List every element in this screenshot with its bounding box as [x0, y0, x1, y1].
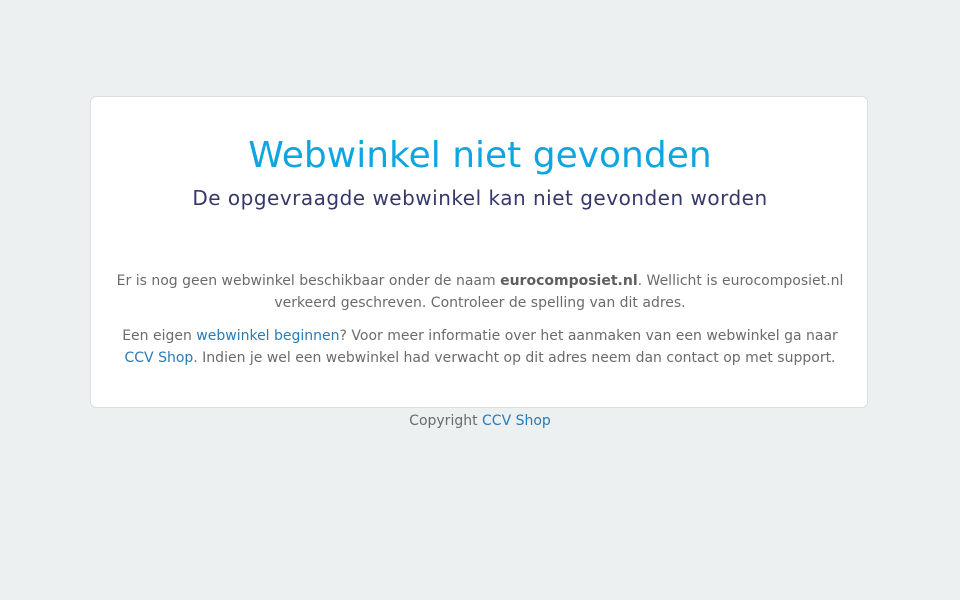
- info-text: ? Voor meer informatie over het aanmaken…: [339, 328, 838, 344]
- info-text: . Indien je wel een webwinkel had verwac…: [193, 350, 836, 366]
- ccv-shop-link[interactable]: CCV Shop: [124, 350, 193, 366]
- page-title: Webwinkel niet gevonden: [248, 135, 712, 176]
- footer-ccv-shop-link[interactable]: CCV Shop: [482, 413, 551, 429]
- shop-name: eurocomposiet.nl: [500, 273, 638, 289]
- footer: Copyright CCV Shop: [0, 410, 960, 432]
- not-found-message: Er is nog geen webwinkel beschikbaar ond…: [110, 270, 850, 314]
- copyright-text: Copyright: [409, 413, 483, 429]
- message-text: Er is nog geen webwinkel beschikbaar ond…: [116, 273, 501, 289]
- info-message: Een eigen webwinkel beginnen? Voor meer …: [110, 325, 850, 369]
- page-subtitle: De opgevraagde webwinkel kan niet gevond…: [192, 186, 768, 210]
- start-webshop-link[interactable]: webwinkel beginnen: [196, 328, 339, 344]
- info-text: Een eigen: [122, 328, 197, 344]
